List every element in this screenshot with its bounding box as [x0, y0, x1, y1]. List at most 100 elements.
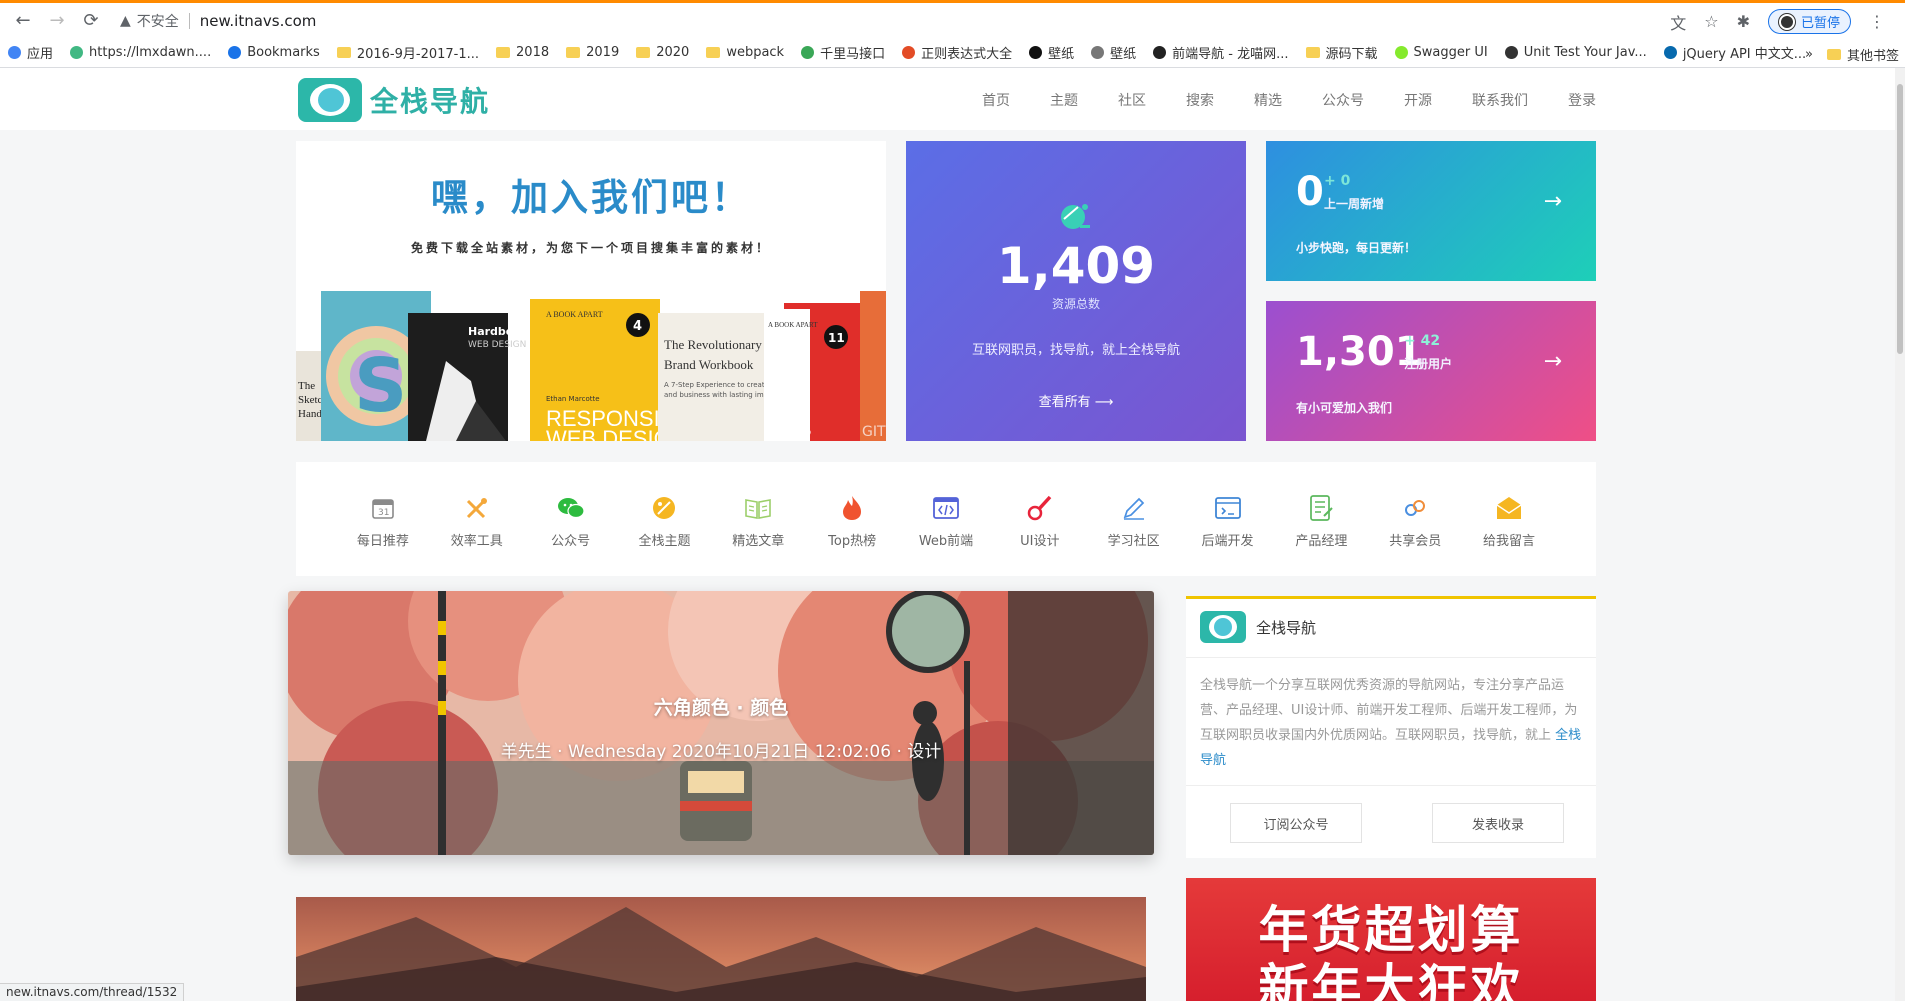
bookmark-item[interactable]: 正则表达式大全 — [902, 43, 1012, 62]
page-scrollbar[interactable] — [1895, 68, 1905, 1001]
menu-icon[interactable]: ⋮ — [1869, 12, 1885, 31]
svg-text:Sketc: Sketc — [298, 394, 323, 406]
bookmark-star-icon[interactable]: ☆ — [1704, 12, 1718, 31]
category-item[interactable]: 31 每日推荐 — [343, 462, 423, 576]
bookmark-item[interactable]: 2019 — [566, 45, 619, 60]
bookmark-item[interactable]: https://lmxdawn.... — [70, 45, 211, 60]
registered-users-card[interactable]: 1,301 + 42 注册用户 有小可爱加入我们 → — [1266, 301, 1596, 441]
back-arrow-icon[interactable]: ← — [12, 10, 34, 32]
forward-arrow-icon[interactable]: → — [46, 10, 68, 32]
bookmark-item[interactable]: webpack — [706, 45, 784, 60]
category-item[interactable]: 效率工具 — [437, 462, 517, 576]
registered-users-tip: 有小可爱加入我们 — [1296, 401, 1393, 415]
nav-item[interactable]: 社区 — [1118, 90, 1146, 110]
url-text[interactable]: new.itnavs.com — [200, 12, 317, 30]
bookmark-item[interactable]: Bookmarks — [228, 45, 320, 60]
address-separator — [188, 12, 190, 29]
bookmark-item[interactable]: 应用 — [8, 43, 53, 62]
extensions-icon[interactable]: ✱ — [1737, 12, 1750, 31]
code-icon — [932, 494, 960, 522]
bookmark-item[interactable]: Swagger UI — [1394, 45, 1488, 60]
weekly-new-card[interactable]: 0 + 0 上一周新增 小步快跑，每日更新！ → — [1266, 141, 1596, 281]
svg-text:EB: EB — [786, 419, 812, 441]
category-item[interactable]: 给我留言 — [1469, 462, 1549, 576]
submit-site-button[interactable]: 发表收录 — [1432, 803, 1564, 843]
about-description: 全栈导航一个分享互联网优秀资源的导航网站，专注分享产品运营、产品经理、UI设计师… — [1200, 673, 1584, 773]
insecure-label: 不安全 — [136, 13, 179, 30]
resource-icon — [1061, 204, 1090, 229]
address-bar[interactable]: ▲ 不安全 new.itnavs.com — [120, 7, 316, 35]
nav-item[interactable]: 开源 — [1404, 90, 1432, 110]
globe-icon — [801, 46, 815, 59]
svg-text:A BOOK APART: A BOOK APART — [768, 321, 818, 329]
arrow-right-icon: → — [1543, 349, 1562, 374]
star-icon — [228, 46, 242, 59]
avatar — [1778, 13, 1795, 30]
category-item[interactable]: UI设计 — [1000, 462, 1080, 576]
bookmark-item[interactable]: 2016-9月-2017-1... — [336, 43, 479, 62]
promo-ad-banner[interactable]: 年货超划算 新年大狂欢 — [1186, 878, 1596, 1001]
bookmark-label: Unit Test Your Jav... — [1523, 45, 1647, 60]
nav-item[interactable]: 主题 — [1050, 90, 1078, 110]
bookmark-item[interactable]: 壁纸 — [1091, 43, 1136, 62]
bookmark-item[interactable]: 前端导航 - 龙喵网... — [1153, 43, 1289, 62]
bookmark-item[interactable]: 2018 — [496, 45, 549, 60]
nav-item[interactable]: 公众号 — [1322, 90, 1364, 110]
bookmark-label: Swagger UI — [1413, 45, 1488, 60]
folder-icon — [336, 47, 351, 58]
category-item[interactable]: 共享会员 — [1375, 462, 1455, 576]
featured-article-title[interactable]: 六角颜色 · 颜色 — [288, 693, 1154, 720]
featured-article-card[interactable]: 六角颜色 · 颜色 羊先生 · Wednesday 2020年10月21日 12… — [288, 591, 1154, 855]
category-item[interactable]: 学习社区 — [1094, 462, 1174, 576]
bookmark-item[interactable]: 2020 — [636, 45, 689, 60]
featured-article-meta: 羊先生 · Wednesday 2020年10月21日 12:02:06 · 设… — [500, 742, 942, 762]
reload-icon[interactable]: ⟳ — [80, 10, 102, 32]
category-label: Top热榜 — [828, 534, 877, 549]
category-item[interactable]: 精选文章 — [718, 462, 798, 576]
bookmark-item[interactable]: Unit Test Your Jav... — [1504, 45, 1647, 60]
resource-total-label: 资源总数 — [1051, 297, 1100, 311]
flame-icon — [838, 494, 866, 522]
svg-text:Hand: Hand — [298, 408, 322, 420]
toolbar-right: 文 ☆ ✱ 已暂停 ⋮ — [1670, 9, 1885, 34]
view-all-link[interactable]: 查看所有 ⟶ — [906, 391, 1246, 410]
resource-total-card: 1,409 资源总数 互联网职员，找导航，就上全栈导航 查看所有 ⟶ — [906, 141, 1246, 441]
category-label: 全栈主题 — [638, 534, 691, 549]
category-item[interactable]: 全栈主题 — [624, 462, 704, 576]
category-label: 后端开发 — [1201, 534, 1254, 549]
other-bookmarks[interactable]: 其他书签 — [1826, 45, 1899, 64]
category-item[interactable]: Web前端 — [906, 462, 986, 576]
other-bookmarks-label: 其他书签 — [1846, 49, 1899, 64]
bookmark-item[interactable]: 源码下载 — [1305, 43, 1378, 62]
translate-icon[interactable]: 文 — [1670, 10, 1686, 34]
second-article-card[interactable] — [296, 897, 1146, 1001]
category-label: 精选文章 — [732, 534, 785, 549]
nav-item[interactable]: 首页 — [982, 90, 1010, 110]
nav-item[interactable]: 搜索 — [1186, 90, 1214, 110]
divider — [1186, 785, 1596, 786]
scrollbar-thumb[interactable] — [1897, 84, 1903, 354]
category-item[interactable]: 后端开发 — [1188, 462, 1268, 576]
test-icon — [1504, 46, 1518, 59]
category-item[interactable]: 公众号 — [531, 462, 611, 576]
resource-slogan: 互联网职员，找导航，就上全栈导航 — [971, 343, 1180, 358]
status-bar-url: new.itnavs.com/thread/1532 — [0, 983, 185, 1001]
nav-item[interactable]: 登录 — [1568, 90, 1596, 110]
category-label: 产品经理 — [1295, 534, 1348, 549]
bookmark-item[interactable]: 千里马接口 — [801, 43, 885, 62]
site-logo[interactable]: 全栈导航 — [298, 78, 490, 122]
svg-text:A BOOK APART: A BOOK APART — [546, 310, 603, 319]
category-item[interactable]: 产品经理 — [1281, 462, 1361, 576]
subscribe-wechat-button[interactable]: 订阅公众号 — [1230, 803, 1362, 843]
bookmarks-more-button[interactable]: » — [1805, 47, 1813, 62]
bookmark-item[interactable]: 壁纸 — [1029, 43, 1074, 62]
design-icon — [1026, 494, 1054, 522]
nav-item[interactable]: 联系我们 — [1472, 90, 1528, 110]
svg-text:The: The — [298, 380, 315, 392]
nav-item[interactable]: 精选 — [1254, 90, 1282, 110]
category-item[interactable]: Top热榜 — [812, 462, 892, 576]
weekly-new-number: 0 — [1296, 169, 1324, 215]
hero-title: 嘿，加入我们吧！ — [431, 176, 751, 219]
profile-button[interactable]: 已暂停 — [1767, 9, 1851, 34]
bookmark-item[interactable]: jQuery API 中文文... — [1663, 43, 1806, 62]
